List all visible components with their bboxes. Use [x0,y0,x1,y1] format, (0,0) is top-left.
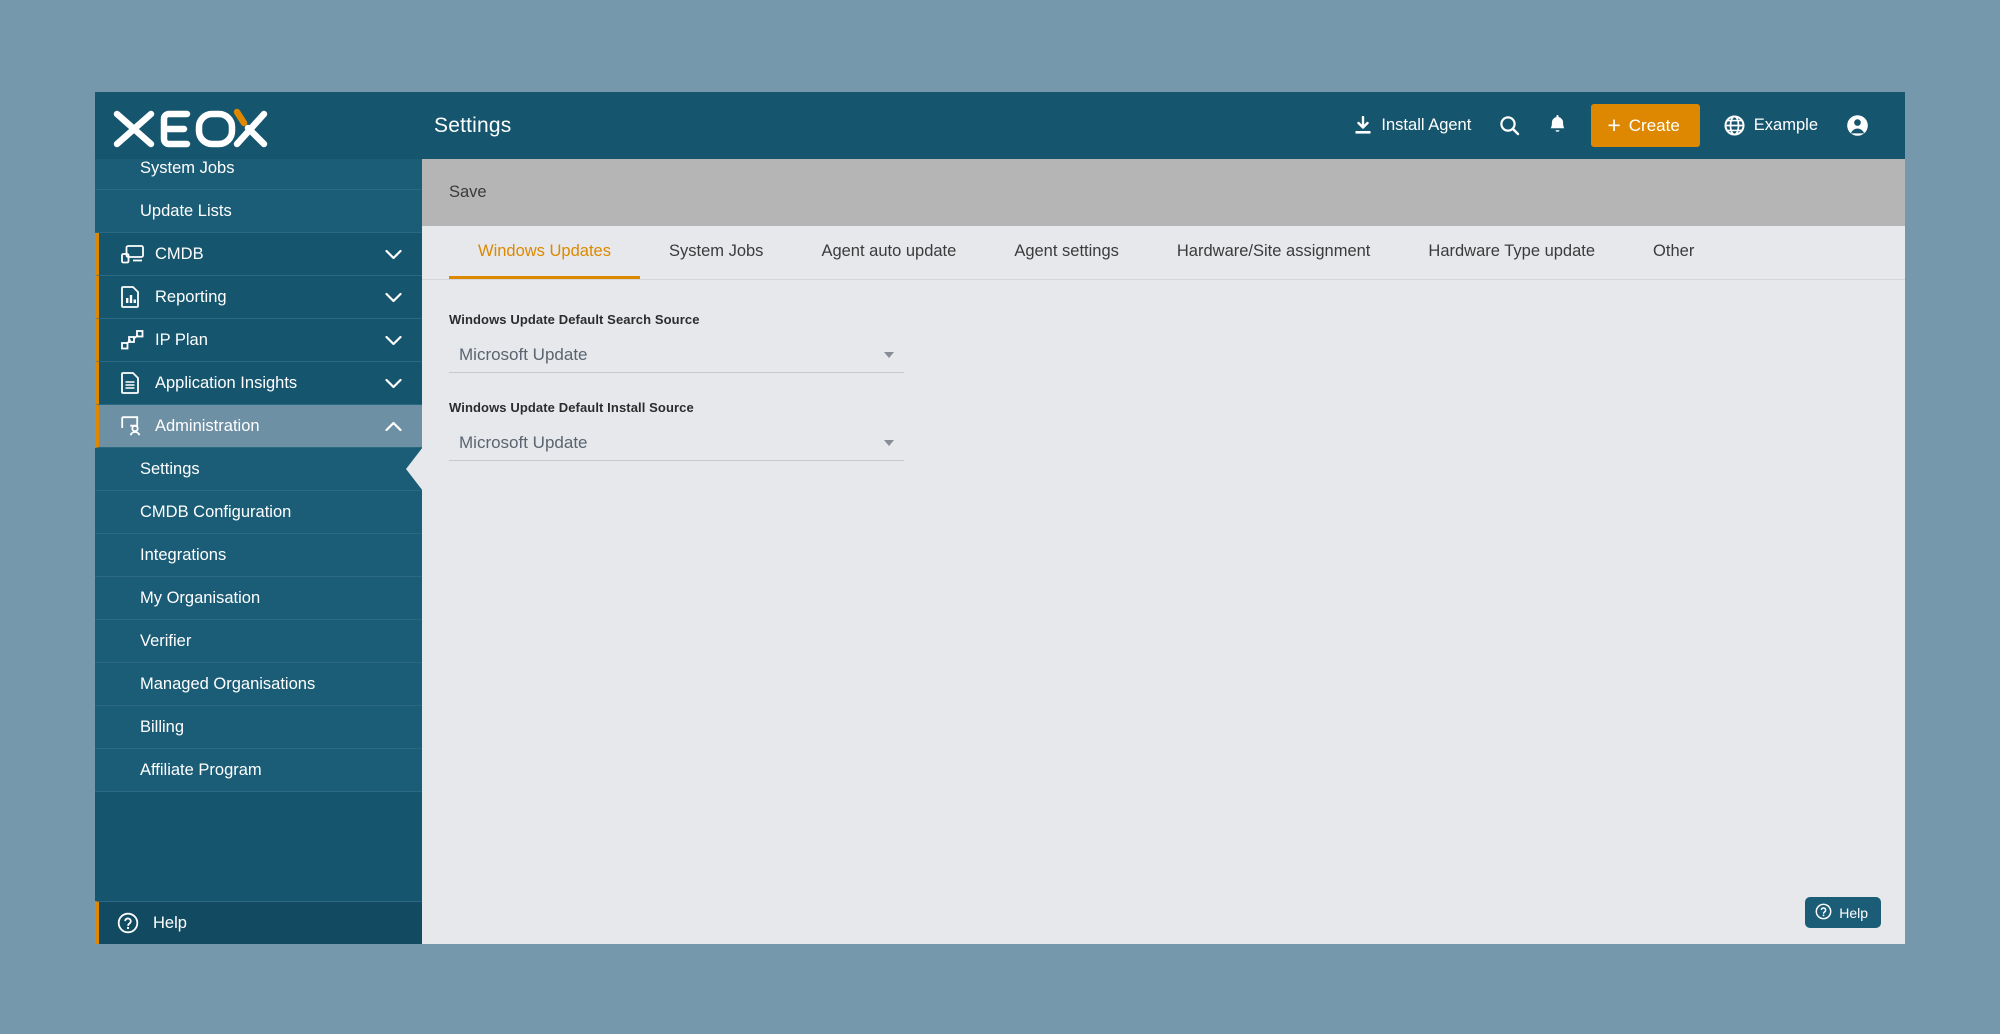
chevron-down-icon [385,249,402,260]
notifications-button[interactable] [1534,92,1581,159]
sidebar-item-cmdb-configuration[interactable]: CMDB Configuration [95,491,422,534]
install-agent-button[interactable]: Install Agent [1340,92,1485,159]
search-button[interactable] [1485,92,1534,159]
sidebar-item-label: Administration [155,416,260,435]
chevron-down-icon [385,378,402,389]
active-indicator-arrow [406,447,422,491]
create-button-label: Create [1628,115,1680,135]
admin-user-icon [121,416,155,436]
sidebar-item-administration[interactable]: Administration [95,405,422,448]
sidebar-item-label: My Organisation [140,588,261,607]
sidebar-item-ip-plan[interactable]: IP Plan [95,319,422,362]
monitor-icon [121,244,155,264]
sidebar-item-label: Application Insights [155,373,298,392]
sidebar-item-update-lists[interactable]: Update Lists [95,190,422,233]
search-icon [1499,115,1520,136]
globe-icon [1724,115,1745,136]
select-value: Microsoft Update [459,432,588,452]
install-agent-label: Install Agent [1381,116,1472,134]
sidebar-item-label: Integrations [140,545,227,564]
sidebar-item-application-insights[interactable]: Application Insights [95,362,422,405]
chevron-down-icon [385,335,402,346]
xeox-logo[interactable] [111,104,271,148]
sidebar-item-reporting[interactable]: Reporting [95,276,422,319]
download-icon [1354,116,1372,135]
sidebar-item-label: System Jobs [140,159,235,177]
top-header-bar: Settings Install Agent + Create Example [95,92,1905,159]
bell-icon [1548,115,1567,136]
account-circle-icon [1846,114,1869,137]
network-icon [121,330,155,350]
tab-windows-updates[interactable]: Windows Updates [449,226,640,279]
tab-system-jobs[interactable]: System Jobs [640,226,792,279]
plus-icon: + [1607,112,1621,138]
sidebar-item-managed-organisations[interactable]: Managed Organisations [95,663,422,706]
sidebar-item-label: CMDB [155,244,204,263]
brand-logo-area[interactable] [95,104,422,148]
sidebar-item-help[interactable]: Help [95,901,422,944]
report-icon [121,286,155,308]
document-icon [121,372,155,394]
default-search-source-select[interactable]: Microsoft Update [449,337,904,373]
sidebar-item-affiliate-program[interactable]: Affiliate Program [95,749,422,792]
sidebar-item-label: Reporting [155,287,227,306]
help-widget-label: Help [1839,904,1868,921]
settings-tab-bar: Windows Updates System Jobs Agent auto u… [422,226,1905,280]
sidebar-item-label: Update Lists [140,201,232,220]
sidebar-scroll-region[interactable]: System Jobs Update Lists CMDB Reporting … [95,159,422,901]
settings-form: Windows Update Default Search Source Mic… [422,280,1905,944]
sidebar-item-label: Verifier [140,631,192,650]
sidebar-item-label: IP Plan [155,330,208,349]
select-value: Microsoft Update [459,344,588,364]
application-window: Settings Install Agent + Create Example … [95,92,1905,944]
sidebar-item-system-jobs[interactable]: System Jobs [95,159,422,190]
sidebar-item-label: Billing [140,717,185,736]
main-content-panel: Save Windows Updates System Jobs Agent a… [422,159,1905,944]
tab-other[interactable]: Other [1624,226,1723,279]
sidebar-item-label: Settings [140,459,200,478]
tab-agent-settings[interactable]: Agent settings [985,226,1148,279]
field-label: Windows Update Default Install Source [449,400,694,415]
header-actions: Install Agent + Create Example [1340,92,1905,159]
sidebar-item-label: CMDB Configuration [140,502,292,521]
chevron-up-icon [385,421,402,432]
sidebar-item-verifier[interactable]: Verifier [95,620,422,663]
sidebar-item-label: Managed Organisations [140,674,316,693]
sidebar-item-my-organisation[interactable]: My Organisation [95,577,422,620]
action-toolbar: Save [422,159,1905,226]
chevron-down-icon [385,292,402,303]
tab-hardware-type-update[interactable]: Hardware Type update [1399,226,1624,279]
tenant-selector[interactable]: Example [1710,92,1832,159]
help-circle-icon [1815,903,1832,923]
account-button[interactable] [1832,92,1883,159]
tab-hardware-site-assignment[interactable]: Hardware/Site assignment [1148,226,1400,279]
sidebar-item-label: Help [153,913,187,932]
default-install-source-select[interactable]: Microsoft Update [449,425,904,461]
field-default-search-source: Windows Update Default Search Source Mic… [449,312,904,373]
chevron-down-icon [884,351,894,358]
tab-agent-auto-update[interactable]: Agent auto update [792,226,985,279]
help-widget-button[interactable]: Help [1805,897,1881,928]
tenant-label: Example [1753,116,1818,134]
help-circle-icon [117,912,153,934]
save-button[interactable]: Save [449,183,487,202]
sidebar-item-settings[interactable]: Settings [95,447,422,491]
field-label: Windows Update Default Search Source [449,312,700,327]
sidebar-item-cmdb[interactable]: CMDB [95,233,422,276]
page-title: Settings [434,113,512,137]
field-default-install-source: Windows Update Default Install Source Mi… [449,400,904,461]
sidebar-item-label: Affiliate Program [140,760,262,779]
chevron-down-icon [884,439,894,446]
create-button[interactable]: + Create [1591,104,1700,147]
sidebar-item-billing[interactable]: Billing [95,706,422,749]
sidebar-navigation: System Jobs Update Lists CMDB Reporting … [95,159,422,944]
body-container: System Jobs Update Lists CMDB Reporting … [95,159,1905,944]
sidebar-item-integrations[interactable]: Integrations [95,534,422,577]
